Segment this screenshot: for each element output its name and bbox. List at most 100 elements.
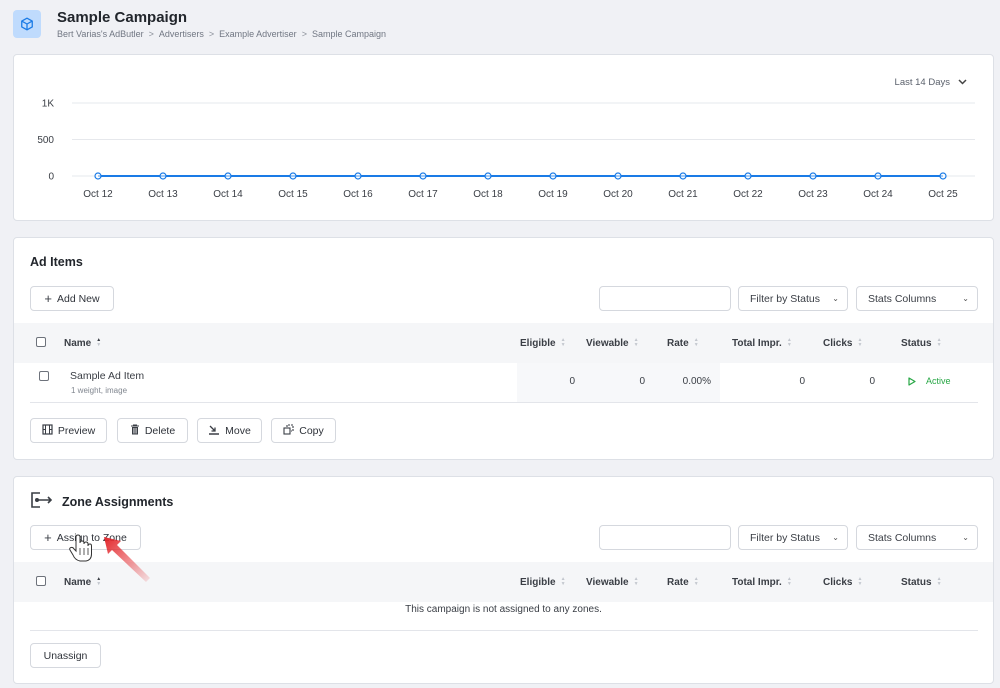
column-clicks[interactable]: Clicks ▲ ▼ [823,323,862,363]
y-tick-label: 1K [42,99,55,110]
column-label: Name [64,337,92,349]
sort-icon: ▲ ▼ [857,337,863,348]
data-point [809,172,817,180]
sort-icon: ▲ ▼ [857,576,863,587]
column-label: Total Impr. [732,337,782,349]
empty-zones-message: This campaign is not assigned to any zon… [405,604,602,615]
zones-table-header: Name ▲ ▼ Eligible ▲ ▼ Viewable ▲ ▼ Rate ▲ ▼ … [14,562,993,602]
zones-filter-status-select[interactable]: Filter by Status ⌄ [738,525,848,550]
x-tick-label: Oct 24 [863,189,893,200]
data-point [614,172,622,180]
x-tick-label: Oct 20 [603,189,633,200]
data-point [484,172,492,180]
cell-rate: 0.00% [682,376,711,387]
sort-icon: ▲ ▼ [560,337,566,348]
sort-icon: ▲ ▼ [936,576,942,587]
select-all-checkbox[interactable] [36,576,46,586]
breadcrumb-item-advertisers[interactable]: Advertisers [159,29,204,39]
column-status[interactable]: Status ▲ ▼ [901,323,942,363]
stats-columns-label: Stats Columns [868,531,937,544]
x-tick-label: Oct 18 [473,189,503,200]
column-status[interactable]: Status ▲ ▼ [901,562,942,602]
breadcrumb-item-advertiser[interactable]: Example Advertiser [219,29,297,39]
ad-items-card: Ad Items + Add New Filter by Status ⌄ St… [13,237,994,460]
column-label: Eligible [520,337,556,349]
column-rate[interactable]: Rate ▲ ▼ [667,323,699,363]
column-clicks[interactable]: Clicks ▲ ▼ [823,562,862,602]
breadcrumb-item-account[interactable]: Bert Varias's AdButler [57,29,144,39]
chevron-down-icon: ⌄ [832,533,839,542]
add-new-button[interactable]: + Add New [30,286,114,311]
zone-assignments-title: Zone Assignments [30,492,173,511]
x-tick-label: Oct 25 [928,189,958,200]
column-total-impr[interactable]: Total Impr. ▲ ▼ [732,323,792,363]
stats-chart-card: Last 14 Days 0 500 1K Oct 12 Oct 13 Oct 14 Oct… [13,54,994,221]
sort-icon: ▲ ▼ [560,576,566,587]
column-rate[interactable]: Rate ▲ ▼ [667,562,699,602]
column-total-impr[interactable]: Total Impr. ▲ ▼ [732,562,792,602]
column-eligible[interactable]: Eligible ▲ ▼ [520,323,566,363]
x-tick-label: Oct 22 [733,189,763,200]
zones-search-input[interactable] [599,525,731,550]
data-point [939,172,947,180]
copy-button[interactable]: Copy [271,418,336,443]
breadcrumb: Bert Varias's AdButler > Advertisers > E… [57,29,386,39]
x-tick-label: Oct 19 [538,189,568,200]
x-tick-label: Oct 12 [83,189,113,200]
y-tick-label: 500 [37,135,54,146]
copy-label: Copy [299,424,324,437]
x-tick-label: Oct 17 [408,189,438,200]
status-badge: Active [908,376,951,386]
chevron-down-icon: ⌄ [832,294,839,303]
ad-items-search-input[interactable] [599,286,731,311]
data-point [159,172,167,180]
move-button[interactable]: Move [197,418,262,443]
unassign-label: Unassign [43,649,88,662]
sort-icon: ▲ ▼ [633,337,639,348]
x-tick-label: Oct 13 [148,189,178,200]
data-point [94,172,102,180]
column-viewable[interactable]: Viewable ▲ ▼ [586,323,639,363]
data-point [419,172,427,180]
unassign-button[interactable]: Unassign [30,643,101,668]
zone-assignments-title-text: Zone Assignments [62,494,174,509]
add-new-label: Add New [56,292,100,305]
column-label: Viewable [586,337,629,349]
ad-item-name[interactable]: Sample Ad Item [70,370,144,382]
zones-stats-columns-select[interactable]: Stats Columns ⌄ [856,525,978,550]
plus-icon: + [44,291,52,306]
divider [30,630,978,631]
preview-label: Preview [57,424,96,437]
data-point [224,172,232,180]
column-viewable[interactable]: Viewable ▲ ▼ [586,562,639,602]
data-point [744,172,752,180]
annotation-overlay [69,534,150,582]
page-title: Sample Campaign [57,9,188,26]
status-label: Active [926,376,951,386]
sort-icon: ▲ ▼ [693,337,699,348]
select-all-checkbox[interactable] [36,337,46,347]
data-point [354,172,362,180]
row-checkbox[interactable] [39,371,49,381]
table-row[interactable]: Sample Ad Item 1 weight, image 0 0 0.00%… [30,363,978,403]
ad-items-title: Ad Items [30,255,83,269]
red-arrow-icon [104,537,150,582]
zone-assignments-card: Zone Assignments + Assign to Zone Filter… [13,476,994,684]
ad-items-filter-status-select[interactable]: Filter by Status ⌄ [738,286,848,311]
zone-assign-icon [30,492,54,511]
sort-icon: ▲ ▼ [786,337,792,348]
page-header: Sample Campaign Bert Varias's AdButler >… [13,8,386,40]
film-icon [42,423,53,438]
column-eligible[interactable]: Eligible ▲ ▼ [520,562,566,602]
sort-icon: ▲ ▼ [936,337,942,348]
y-tick-label: 0 [48,172,54,183]
hand-cursor-icon [69,534,92,562]
filter-status-label: Filter by Status [750,531,821,544]
ad-items-stats-columns-select[interactable]: Stats Columns ⌄ [856,286,978,311]
sort-icon: ▲ ▼ [786,576,792,587]
cell-viewable: 0 [639,376,645,387]
preview-button[interactable]: Preview [30,418,107,443]
column-name[interactable]: Name ▲ ▼ [64,323,101,363]
line-chart: 0 500 1K Oct 12 Oct 13 Oct 14 Oct 15 Oct 16 Oct … [37,99,975,200]
delete-button[interactable]: Delete [117,418,188,443]
